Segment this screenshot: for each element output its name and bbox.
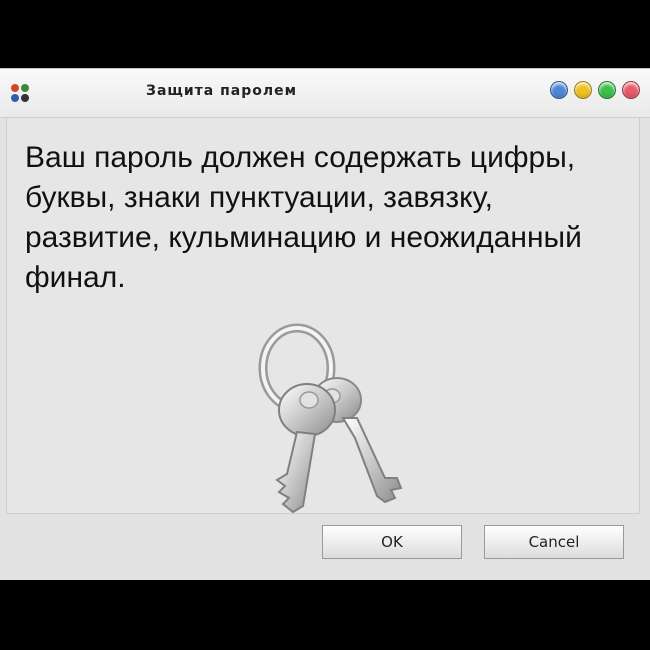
- title-bar[interactable]: Защита паролем: [0, 69, 650, 118]
- red-button[interactable]: [622, 81, 640, 99]
- window-controls: [550, 81, 640, 99]
- green-button[interactable]: [598, 81, 616, 99]
- four-dots-icon: [11, 84, 29, 102]
- keys-icon: [258, 323, 403, 514]
- ok-button[interactable]: OK: [322, 525, 462, 559]
- blue-button[interactable]: [550, 81, 568, 99]
- dialog-message: Ваш пароль должен содержать цифры, буквы…: [25, 141, 582, 294]
- yellow-button[interactable]: [574, 81, 592, 99]
- dialog-content: Ваш пароль должен содержать цифры, буквы…: [6, 117, 640, 514]
- password-dialog-window: Защита паролем Ваш пароль должен содержа…: [0, 68, 650, 580]
- cancel-button[interactable]: Cancel: [484, 525, 624, 559]
- window-title: Защита паролем: [146, 83, 298, 99]
- dialog-footer: OK Cancel: [6, 521, 638, 571]
